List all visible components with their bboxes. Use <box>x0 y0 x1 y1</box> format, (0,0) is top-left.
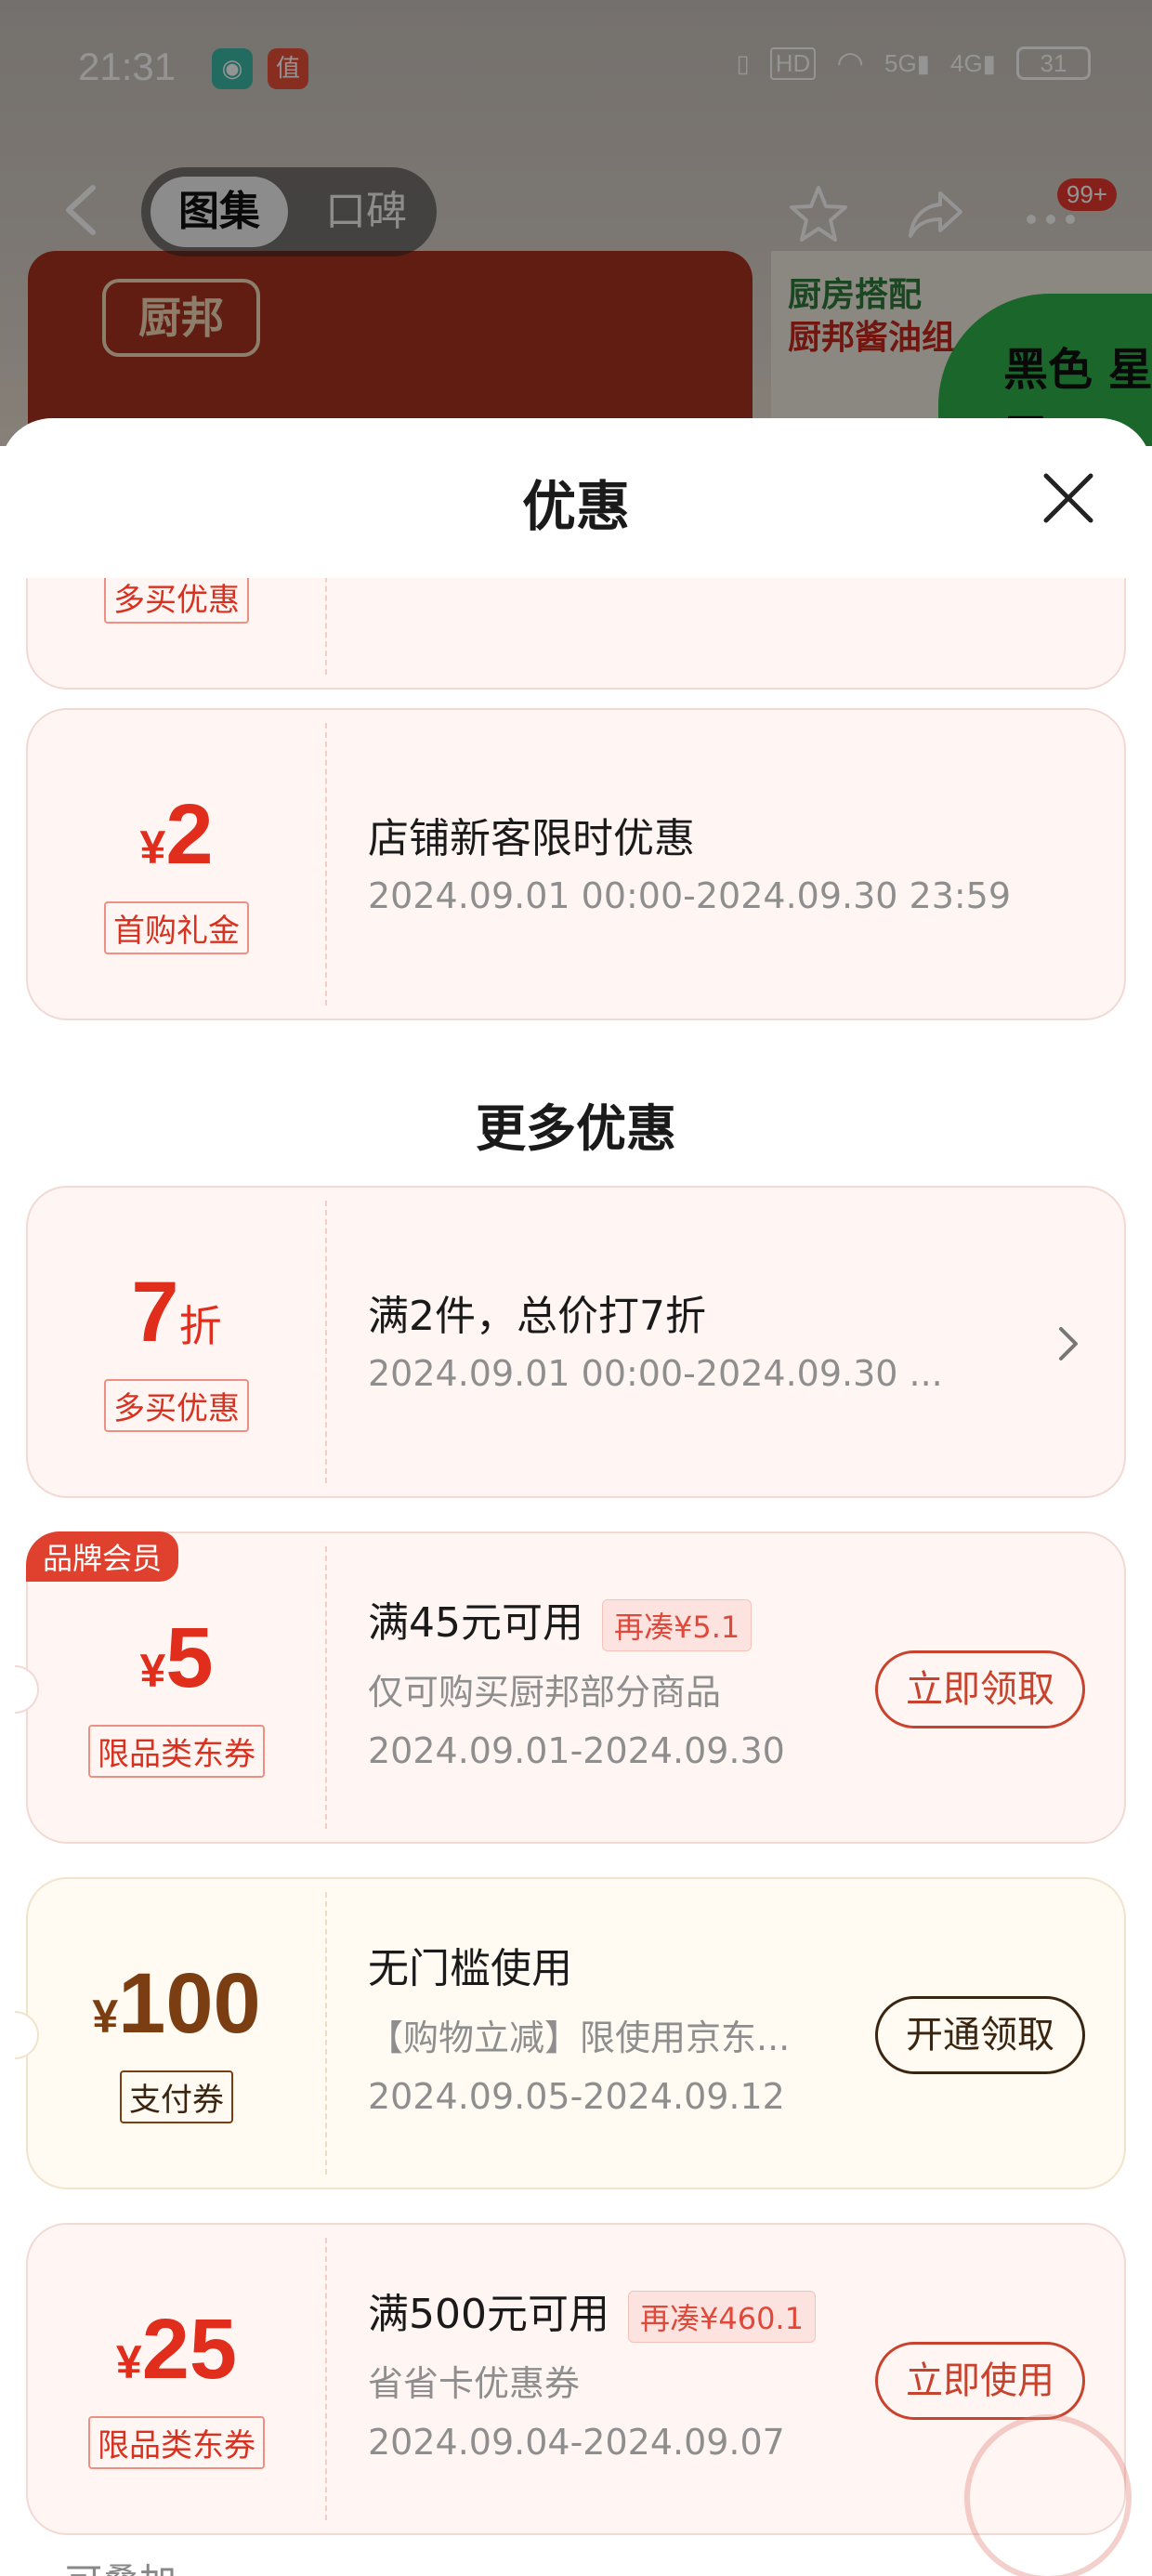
coupon-tag: 首购礼金 <box>104 901 249 954</box>
coupon-amount: ¥25 <box>28 2301 325 2399</box>
coupon-new-customer: ¥2 首购礼金 店铺新客限时优惠 2024.09.01 00:00-2024.0… <box>26 708 1126 1020</box>
close-icon[interactable] <box>1041 470 1096 526</box>
coupon-title: 满500元可用 <box>368 2291 609 2338</box>
sheet-title: 优惠 <box>521 475 630 538</box>
coupon-category: ¥25 限品类东券 满500元可用 再凑¥460.1 省省卡优惠券 2024.09… <box>26 2223 1126 2535</box>
coupon-divider <box>325 2238 327 2520</box>
stackable-hint: 可叠加 <box>65 2552 177 2576</box>
member-badge: 品牌会员 <box>26 1531 179 1582</box>
coupon-tag: 多买优惠 <box>104 1379 249 1432</box>
amount-suffix: 折 <box>178 1302 222 1350</box>
coupon-period: 2024.09.04-2024.09.07 <box>368 2422 785 2463</box>
coupon-period: 2024.09.05-2024.09.12 <box>368 2076 785 2117</box>
coupon-scope: 【购物立减】限使用京东... <box>368 2017 791 2058</box>
amount-value: 2 <box>165 787 214 882</box>
remaining-amount-tag: 再凑¥460.1 <box>627 2291 816 2343</box>
coupon-divider <box>325 723 327 1005</box>
coupon-title: 满2件，总价打7折 <box>368 1293 706 1340</box>
coupon-amount: 7折 <box>28 1264 325 1361</box>
currency-symbol: ¥ <box>115 2336 142 2388</box>
coupon-divider <box>325 1892 327 2175</box>
coupon-tag: 限品类东券 <box>88 1725 265 1778</box>
remaining-amount-tag: 再凑¥5.1 <box>602 1599 753 1651</box>
currency-symbol: ¥ <box>92 1991 119 2043</box>
coupon-period: 2024.09.01-2024.09.30 <box>368 1730 785 1771</box>
coupon-title: 店铺新客限时优惠 <box>368 815 695 862</box>
amount-value: 7 <box>131 1265 179 1360</box>
background-app: 厨邦 厨房搭配 厨邦酱油组 黑色 星期五 21:31 ◉ 值 ▯ HD ◠ 5G… <box>0 0 1152 446</box>
coupon-title: 满45元可用 <box>368 1599 583 1647</box>
coupon-tag: 多买优惠 <box>104 578 249 624</box>
offers-list[interactable]: 多买优惠 ¥2 首购礼金 店铺新客限时优惠 2024.09.01 00:00-2… <box>0 578 1152 2576</box>
amount-value: 5 <box>165 1610 214 1705</box>
activate-claim-button[interactable]: 开通领取 <box>875 1996 1085 2074</box>
coupon-title: 无门槛使用 <box>368 1945 572 1992</box>
coupon-amount: ¥2 <box>28 786 325 884</box>
currency-symbol: ¥ <box>139 821 166 874</box>
coupon-scope: 省省卡优惠券 <box>368 2363 581 2404</box>
coupon-period: 2024.09.01 00:00-2024.09.30 23:59 <box>368 875 1012 916</box>
coupon-title-row: 满45元可用 再凑¥5.1 <box>368 1589 753 1651</box>
use-now-button[interactable]: 立即使用 <box>875 2342 1085 2420</box>
coupon-tag: 限品类东券 <box>88 2416 265 2469</box>
coupon-member: 品牌会员 ¥5 限品类东券 满45元可用 再凑¥5.1 仅可购买厨邦部分商品 20… <box>15 1531 1126 1844</box>
coupon-title-row: 满500元可用 再凑¥460.1 <box>368 2280 816 2343</box>
coupon-divider <box>325 578 327 675</box>
coupon-amount: ¥100 <box>28 1955 325 2053</box>
chevron-right-icon <box>1059 1327 1078 1360</box>
coupon-scope: 仅可购买厨邦部分商品 <box>368 1672 722 1713</box>
coupon-period: 2024.09.01 00:00-2024.09.30 ... <box>368 1353 943 1394</box>
more-offers-heading: 更多优惠 <box>476 1099 676 1158</box>
claimed-stamp-icon <box>964 2414 1132 2576</box>
modal-overlay[interactable] <box>0 0 1152 446</box>
amount-value: 100 <box>118 1956 261 2051</box>
amount-value: 25 <box>141 2302 238 2397</box>
coupon-multi-buy[interactable]: 7折 多买优惠 满2件，总价打7折 2024.09.01 00:00-2024.… <box>26 1186 1126 1498</box>
coupon-divider <box>325 1546 327 1829</box>
coupon-partial: 多买优惠 <box>26 578 1126 690</box>
coupon-divider <box>325 1201 327 1483</box>
offers-sheet: 优惠 多买优惠 ¥2 首购礼金 店铺新客限时优惠 2024.09.01 00:0… <box>0 418 1152 2576</box>
coupon-payment: ¥100 支付券 无门槛使用 【购物立减】限使用京东... 2024.09.05… <box>15 1877 1126 2189</box>
currency-symbol: ¥ <box>139 1645 166 1697</box>
coupon-amount: ¥5 <box>28 1610 325 1707</box>
coupon-tag: 支付券 <box>120 2070 233 2123</box>
claim-button[interactable]: 立即领取 <box>875 1650 1085 1728</box>
